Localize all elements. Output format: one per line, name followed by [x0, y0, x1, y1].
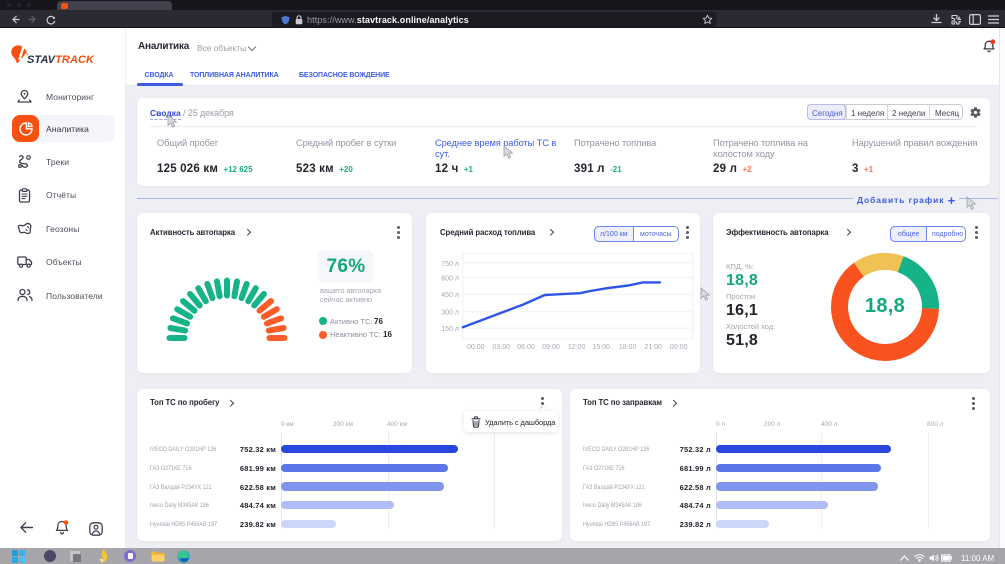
svg-text:09:00: 09:00 [542, 344, 560, 351]
svg-text:750 л: 750 л [441, 261, 459, 268]
svg-text:15:00: 15:00 [593, 344, 611, 351]
svg-text:21:00: 21:00 [644, 344, 662, 351]
svg-text:18:00: 18:00 [619, 344, 637, 351]
svg-text:03:00: 03:00 [493, 344, 511, 351]
svg-text:12:00: 12:00 [568, 344, 586, 351]
svg-text:600 л: 600 л [441, 276, 459, 283]
svg-text:06:00: 06:00 [517, 344, 535, 351]
svg-text:150 л: 150 л [441, 326, 459, 333]
svg-text:450 л: 450 л [441, 292, 459, 299]
svg-text:300 л: 300 л [441, 310, 459, 317]
svg-text:00:00: 00:00 [670, 344, 688, 351]
svg-text:00:00: 00:00 [467, 344, 485, 351]
